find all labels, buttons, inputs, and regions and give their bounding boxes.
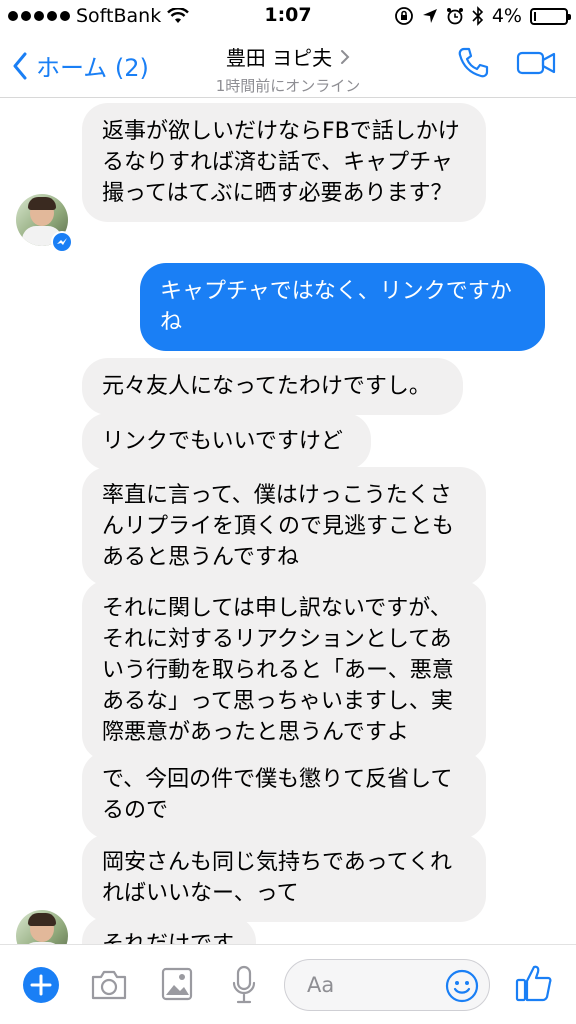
composer-bar: Aa — [0, 944, 576, 1024]
battery-icon — [530, 7, 571, 25]
messenger-badge-icon — [51, 231, 73, 253]
conversation-header: ホーム (2) 豊田 ヨピ夫 1時間前にオンライン — [0, 34, 576, 98]
status-bar: SoftBank 1:07 4% — [0, 0, 576, 34]
status-right: 4% — [394, 5, 571, 27]
message-bubble-incoming[interactable]: それだけです — [82, 916, 256, 944]
message-bubble-incoming[interactable]: 岡安さんも同じ気持ちであってくれればいいなー、って — [82, 834, 486, 922]
message-bubble-incoming[interactable]: 率直に言って、僕はけっこうたくさんリプライを頂くので見逃すこともあると思うんです… — [82, 467, 486, 586]
emoji-icon[interactable] — [445, 969, 479, 1003]
camera-icon[interactable] — [90, 969, 128, 1001]
video-camera-icon[interactable] — [516, 49, 556, 77]
alarm-icon — [446, 8, 463, 25]
battery-level — [534, 11, 536, 21]
bluetooth-icon — [472, 6, 483, 26]
message-bubble-incoming[interactable]: それに関しては申し訳ないですが、それに対するリアクションとしてあいう行動を取られ… — [82, 580, 486, 761]
chevron-right-icon — [341, 49, 350, 64]
message-bubble-incoming[interactable]: 返事が欲しいだけならFBで話しかけるなりすれば済む話で、キャプチャ撮ってはてぶに… — [82, 103, 486, 222]
message-list[interactable]: 返事が欲しいだけならFBで話しかけるなりすれば済む話で、キャプチャ撮ってはてぶに… — [0, 98, 576, 944]
orientation-lock-icon — [394, 7, 413, 25]
message-input-placeholder: Aa — [307, 973, 335, 997]
message-bubble-outgoing[interactable]: キャプチャではなく、リンクですかね — [140, 263, 545, 351]
call-actions — [456, 46, 556, 80]
plus-icon[interactable] — [22, 966, 60, 1004]
message-bubble-incoming[interactable]: リンクでもいいですけど — [82, 413, 371, 470]
image-icon[interactable] — [161, 967, 193, 1001]
thumbs-up-icon[interactable] — [515, 963, 553, 1003]
message-bubble-incoming[interactable]: で、今回の件で僕も懲りて反省してるので — [82, 751, 486, 839]
battery-percent: 4% — [491, 5, 522, 27]
message-input[interactable]: Aa — [284, 959, 490, 1011]
phone-icon[interactable] — [456, 46, 490, 80]
contact-avatar[interactable] — [16, 910, 68, 944]
contact-name: 豊田 ヨピ夫 — [225, 46, 333, 70]
microphone-icon[interactable] — [231, 965, 257, 1005]
location-icon — [422, 9, 437, 23]
message-bubble-incoming[interactable]: 元々友人になってたわけですし。 — [82, 358, 463, 415]
